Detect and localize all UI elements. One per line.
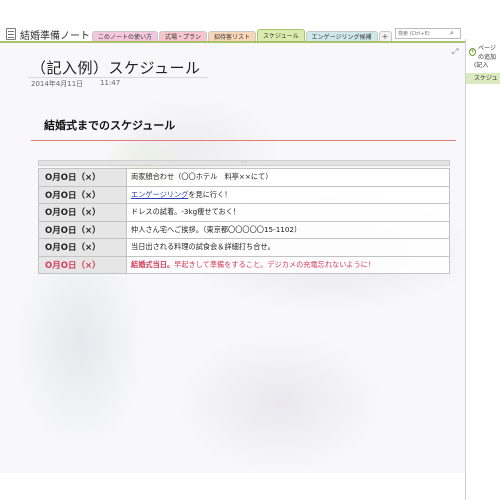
search-box[interactable]: ⌕ [395,28,461,39]
section-tabs: このノートの使い方 式場・プラン 招待客リスト スケジュール エンゲージリング候… [92,28,392,42]
search-icon[interactable]: ⌕ [450,29,454,38]
engagement-ring-link[interactable]: エンゲージリング [131,190,188,199]
search-input[interactable] [396,29,450,38]
date-cell[interactable]: O月O日（×） [38,238,127,257]
plus-circle-icon: + [469,48,477,56]
description-cell[interactable]: 仲人さん宅へご挨拶。（東京都〇〇〇〇〇15-1102） [126,220,450,239]
notebook-title: 結婚準備ノート [20,30,90,42]
date-cell[interactable]: O月O日（×） [38,168,127,187]
table-row: O月O日（×） 当日出される料理の試食会＆詳細打ち合せ。 [38,238,450,257]
table-row: O月O日（×） 両家顔合わせ（〇〇ホテル 料亭××にて） [38,168,450,187]
description-text: 早起きして準備をすること。デジカメの充電忘れないように！ [174,259,376,269]
schedule-table: O月O日（×） 両家顔合わせ（〇〇ホテル 料亭××にて） O月O日（×） エンゲ… [38,168,450,274]
description-cell[interactable]: 両家顔合わせ（〇〇ホテル 料亭××にて） [126,168,450,187]
add-page-label: ページの追加 [478,45,497,61]
title-divider [28,77,208,78]
wedding-day-label: 結婚式当日。 [131,259,175,269]
description-cell[interactable]: エンゲージリングを見に行く！ [126,185,450,204]
date-cell[interactable]: O月O日（×） [38,255,127,274]
page-canvas[interactable]: ⤢ （記入例）スケジュール 2014年4月11日 11:47 結婚式までのスケジ… [0,43,465,473]
page-date: 2014年4月11日 [31,80,84,88]
add-page-button[interactable]: + ページの追加 [469,43,500,61]
table-move-handle[interactable]: ⋯ [38,160,450,166]
date-cell[interactable]: O月O日（×） [38,203,127,222]
canvas-bottom-margin [0,473,465,500]
expand-icon[interactable]: ⤢ [452,47,458,57]
date-cell[interactable]: O月O日（×） [38,220,127,239]
table-row: O月O日（×） エンゲージリングを見に行く！ [38,185,450,204]
page-list-pane: + ページの追加 (記入 スケジュ [465,39,500,500]
description-cell[interactable]: ドレスの試着。-3kg痩せておく！ [126,203,450,222]
description-text: を見に行く！ [188,189,232,199]
notebook-bar: 結婚準備ノート ▼ このノートの使い方 式場・プラン 招待客リスト スケジュール… [0,0,500,42]
page-time: 11:47 [100,79,121,87]
heading-divider [31,140,456,141]
section-heading[interactable]: 結婚式までのスケジュール [44,117,175,133]
table-row-wedding-day: O月O日（×） 結婚式当日。早起きして準備をすること。デジカメの充電忘れないよう… [38,255,450,274]
description-cell[interactable]: 結婚式当日。早起きして準備をすること。デジカメの充電忘れないように！ [126,255,450,274]
date-cell[interactable]: O月O日（×） [38,185,127,204]
notebook-selector[interactable]: 結婚準備ノート ▼ [6,27,98,42]
description-cell[interactable]: 当日出される料理の試食会＆詳細打ち合せ。 [126,238,450,257]
table-row: O月O日（×） 仲人さん宅へご挨拶。（東京都〇〇〇〇〇15-1102） [38,220,450,239]
table-row: O月O日（×） ドレスの試着。-3kg痩せておく！ [38,203,450,222]
notebook-icon [6,28,16,40]
page-title[interactable]: （記入例）スケジュール [31,57,200,78]
page-list-item[interactable]: (記入 [466,60,500,71]
page-list-item-selected[interactable]: スケジュ [466,73,500,84]
